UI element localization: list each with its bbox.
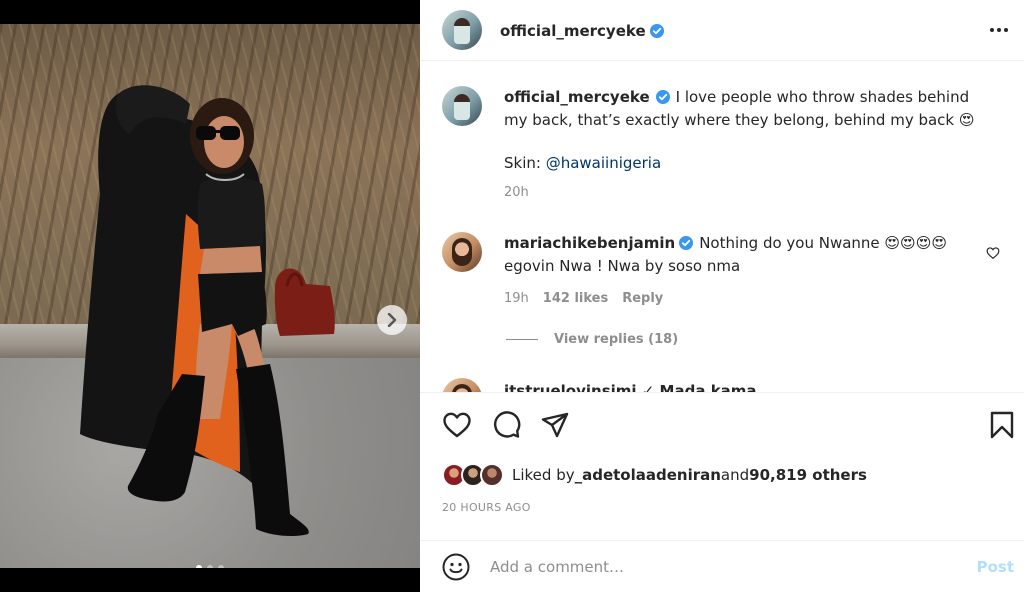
- like-heart-icon[interactable]: [442, 410, 472, 440]
- caption-author-username[interactable]: official_mercyeke: [504, 88, 650, 106]
- liker-avatars[interactable]: [442, 463, 504, 487]
- add-comment-bar: Post: [420, 540, 1024, 592]
- commenter-avatar[interactable]: [442, 232, 482, 272]
- post-panel: official_mercyeke official_mercyeke I lov…: [420, 0, 1024, 592]
- carousel-dot: [207, 565, 213, 568]
- post-media: [0, 0, 420, 592]
- caption-skin-handle[interactable]: @hawaiinigeria: [546, 154, 661, 172]
- post-photo[interactable]: [0, 24, 420, 568]
- view-replies-button[interactable]: View replies (18): [506, 332, 678, 347]
- chevron-right-icon: [387, 313, 397, 327]
- comment-timestamp: 19h: [504, 291, 529, 306]
- caption-timestamp: 20h: [504, 185, 529, 200]
- liker-avatar: [480, 463, 504, 487]
- caption-author-avatar[interactable]: [442, 86, 482, 126]
- view-replies-line: [506, 339, 538, 340]
- post-actions: Liked by _adetolaadeniran and 90,819 oth…: [420, 392, 1024, 540]
- verified-badge-icon: [655, 90, 670, 104]
- comment-body: mariachikebenjamin Nothing do you Nwanne …: [504, 232, 994, 310]
- comment-text: itstruelovinsimi ✓ Mada kama: [504, 382, 757, 392]
- photo-subject: [80, 85, 335, 537]
- liker-username[interactable]: _adetolaadeniran: [575, 466, 721, 484]
- post-header: official_mercyeke: [420, 0, 1024, 61]
- carousel-dot: [218, 565, 224, 568]
- caption-skin-line: Skin: @hawaiinigeria: [504, 152, 994, 175]
- caption-body: official_mercyeke I love people who throw…: [504, 86, 994, 204]
- comment-bubble-icon[interactable]: [491, 410, 521, 440]
- partially-visible-comment: itstruelovinsimi ✓ Mada kama: [442, 378, 1002, 392]
- commenter-username[interactable]: mariachikebenjamin: [504, 234, 675, 252]
- comment-meta: 19h 142 likes Reply: [504, 287, 994, 310]
- verified-badge-icon: [679, 236, 694, 250]
- likes-prefix: Liked by: [512, 466, 575, 484]
- carousel-dots: [0, 565, 420, 568]
- author-avatar[interactable]: [442, 10, 482, 50]
- post-comment-button[interactable]: Post: [977, 558, 1014, 576]
- author-name-block: official_mercyeke: [500, 21, 664, 40]
- commenter-avatar[interactable]: [442, 378, 482, 392]
- likes-middle: and: [720, 466, 750, 484]
- verified-badge-icon: [649, 23, 664, 38]
- comment-likes-count[interactable]: 142 likes: [543, 291, 608, 306]
- likes-summary: Liked by _adetolaadeniran and 90,819 oth…: [442, 463, 867, 487]
- next-slide-button[interactable]: [377, 305, 407, 335]
- comment-reply-button[interactable]: Reply: [622, 291, 663, 306]
- more-options-icon[interactable]: [988, 20, 1010, 40]
- likes-count[interactable]: 90,819 others: [749, 466, 867, 484]
- caption-skin-label: Skin:: [504, 154, 546, 172]
- comments-section[interactable]: official_mercyeke I love people who throw…: [420, 62, 1024, 392]
- carousel-dot: [196, 565, 202, 568]
- comment-like-heart-icon[interactable]: [986, 246, 1000, 260]
- comment-input[interactable]: [490, 557, 960, 576]
- author-username[interactable]: official_mercyeke: [500, 22, 646, 40]
- post-timestamp[interactable]: 20 HOURS AGO: [442, 501, 531, 514]
- save-bookmark-icon[interactable]: [987, 410, 1017, 440]
- share-send-icon[interactable]: [540, 410, 570, 440]
- emoji-smiley-icon[interactable]: [442, 553, 470, 581]
- view-replies-label: View replies (18): [554, 332, 679, 347]
